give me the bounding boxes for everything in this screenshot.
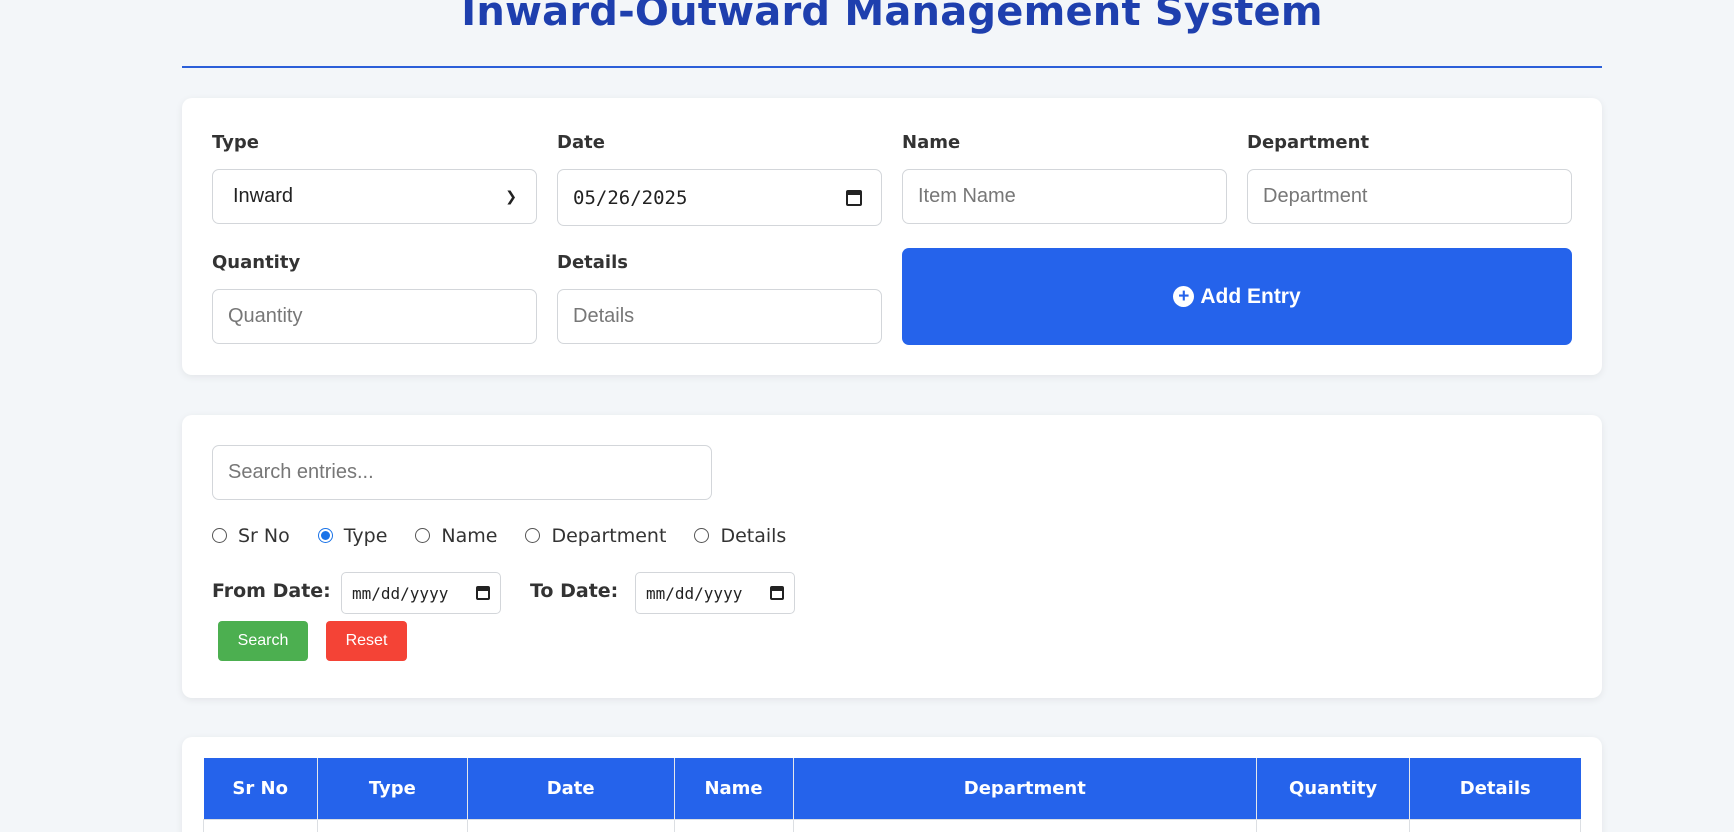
add-entry-button[interactable]: + Add Entry xyxy=(902,248,1572,345)
details-label: Details xyxy=(557,252,628,273)
item-name-input[interactable]: Item Name xyxy=(902,169,1227,224)
from-date-label: From Date: xyxy=(212,580,331,602)
radio-button-checked[interactable] xyxy=(317,527,333,543)
radio-button[interactable] xyxy=(415,527,431,543)
radio-sr-no[interactable]: Sr No xyxy=(212,525,290,547)
item-name-placeholder: Item Name xyxy=(918,185,1016,207)
table-header-row: Sr No Type Date Name Department Quantity… xyxy=(203,758,1581,819)
radio-button[interactable] xyxy=(525,527,541,543)
to-date-input[interactable]: mm/dd/yyyy xyxy=(635,572,795,614)
column-header-sr-no[interactable]: Sr No xyxy=(203,758,318,819)
plus-circle-icon: + xyxy=(1173,286,1195,307)
table-cell xyxy=(203,818,318,832)
to-date-value: mm/dd/yyyy xyxy=(646,583,743,603)
details-input[interactable]: Details xyxy=(557,289,882,344)
table-row xyxy=(203,818,1581,832)
radio-type[interactable]: Type xyxy=(317,525,388,547)
search-card: Search entries... Sr No Type Name Depart… xyxy=(182,415,1602,698)
details-placeholder: Details xyxy=(573,305,635,327)
radio-name[interactable]: Name xyxy=(415,525,497,547)
entries-table: Sr No Type Date Name Department Quantity… xyxy=(203,758,1581,832)
date-input[interactable]: 05/26/2025 xyxy=(557,169,882,226)
table-cell xyxy=(316,818,468,832)
search-input[interactable]: Search entries... xyxy=(212,445,712,500)
calendar-icon[interactable] xyxy=(476,586,490,600)
date-label: Date xyxy=(557,132,605,153)
from-date-value: mm/dd/yyyy xyxy=(352,583,449,603)
department-placeholder: Department xyxy=(1263,185,1368,207)
reset-button[interactable]: Reset xyxy=(326,621,407,661)
column-header-details[interactable]: Details xyxy=(1409,758,1581,819)
date-input-value: 05/26/2025 xyxy=(573,186,688,209)
type-select[interactable]: Inward ❯ xyxy=(212,169,537,224)
to-date-label: To Date: xyxy=(530,580,619,602)
title-divider xyxy=(182,66,1602,68)
table-cell xyxy=(466,818,675,832)
chevron-down-icon: ❯ xyxy=(505,188,517,204)
from-date-input[interactable]: mm/dd/yyyy xyxy=(341,572,501,614)
name-label: Name xyxy=(902,132,961,153)
radio-label: Details xyxy=(720,525,787,547)
type-select-value: Inward xyxy=(233,185,294,207)
radio-details[interactable]: Details xyxy=(694,525,786,547)
radio-button[interactable] xyxy=(212,527,227,543)
column-header-type[interactable]: Type xyxy=(317,758,468,819)
radio-department[interactable]: Department xyxy=(525,525,666,547)
add-entry-label: Add Entry xyxy=(1200,284,1301,308)
entries-table-card: Sr No Type Date Name Department Quantity… xyxy=(182,737,1602,832)
column-header-name[interactable]: Name xyxy=(674,758,794,819)
table-cell xyxy=(673,818,794,832)
quantity-label: Quantity xyxy=(212,252,301,273)
search-field-radio-group: Sr No Type Name Department Details xyxy=(212,525,814,547)
column-header-date[interactable]: Date xyxy=(467,758,675,819)
table-cell xyxy=(1409,818,1581,832)
entry-form-card: Type Inward ❯ Date 05/26/2025 Name Item … xyxy=(182,98,1602,375)
radio-label: Name xyxy=(441,525,498,547)
department-input[interactable]: Department xyxy=(1247,169,1572,224)
quantity-placeholder: Quantity xyxy=(228,305,303,327)
department-label: Department xyxy=(1247,132,1370,153)
radio-label: Sr No xyxy=(238,525,290,547)
radio-label: Type xyxy=(343,525,388,547)
column-header-quantity[interactable]: Quantity xyxy=(1256,758,1411,819)
calendar-icon[interactable] xyxy=(770,586,784,600)
radio-label: Department xyxy=(551,525,667,547)
search-button[interactable]: Search xyxy=(218,621,308,661)
table-cell xyxy=(792,818,1258,832)
table-cell xyxy=(1256,818,1411,832)
search-placeholder: Search entries... xyxy=(228,461,374,483)
page-title: Inward-Outward Management System xyxy=(461,0,1323,35)
radio-button[interactable] xyxy=(694,527,710,543)
type-label: Type xyxy=(212,132,259,153)
calendar-icon[interactable] xyxy=(846,189,862,206)
quantity-input[interactable]: Quantity xyxy=(212,289,537,344)
column-header-department[interactable]: Department xyxy=(793,758,1258,819)
